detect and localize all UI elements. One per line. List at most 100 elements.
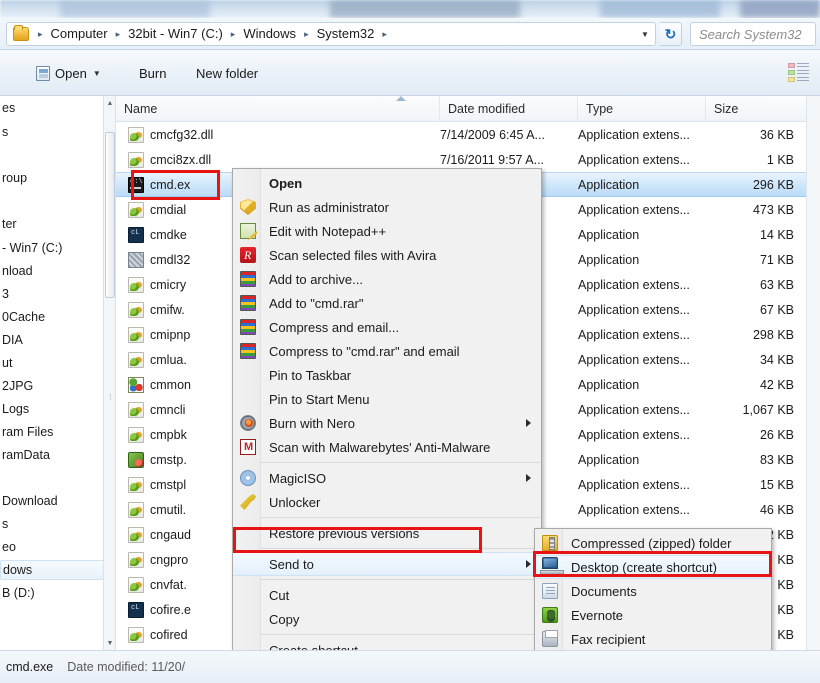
menu-item-label: Compress and email... [269, 319, 400, 335]
file-type-cell: Application [578, 452, 640, 467]
winrar-icon [240, 271, 256, 287]
submenu-arrow-icon [526, 474, 531, 482]
column-header-name[interactable]: Name [116, 96, 440, 122]
nav-item-9[interactable]: ut [0, 353, 103, 373]
breadcrumb-item-drive[interactable]: 32bit - Win7 (C:) [125, 24, 226, 44]
refresh-icon: ↻ [664, 26, 677, 42]
menu-item-pin-to-taskbar[interactable]: Pin to Taskbar [233, 363, 541, 387]
menu-item-copy[interactable]: Copy [233, 607, 541, 631]
chevron-down-icon[interactable]: ▼ [93, 69, 101, 78]
menu-item-restore-previous-versions[interactable]: Restore previous versions [233, 521, 541, 545]
submenu-item-label: Documents [571, 583, 637, 599]
file-type-cell: Application extens... [578, 302, 690, 317]
nav-item-8[interactable]: DIA [0, 330, 103, 350]
search-input[interactable]: Search System32 [690, 22, 816, 46]
menu-item-edit-with-notepad[interactable]: Edit with Notepad++ [233, 219, 541, 243]
nav-item-7[interactable]: 0Cache [0, 307, 103, 327]
file-list-scrollbar[interactable] [806, 96, 820, 650]
breadcrumb-item-system32[interactable]: System32 [314, 24, 378, 44]
table-row[interactable]: cmcfg32.dll 7/14/2009 6:45 A... Applicatio… [116, 122, 820, 147]
breadcrumb-item-computer[interactable]: Computer [48, 24, 111, 44]
nav-item-15[interactable]: s [0, 514, 103, 534]
explorer-window: ▸ Computer ▸ 32bit - Win7 (C:) ▸ Windows… [0, 0, 820, 683]
menu-item-label: Scan selected files with Avira [269, 247, 437, 263]
menu-item-unlocker[interactable]: Unlocker [233, 490, 541, 514]
file-name-label: cmpbk [150, 427, 187, 442]
menu-item-pin-to-start-menu[interactable]: Pin to Start Menu [233, 387, 541, 411]
column-header-size[interactable]: Size [706, 96, 820, 122]
menu-item-compress-to-cmd-rar-and-email[interactable]: Compress to "cmd.rar" and email [233, 339, 541, 363]
file-name-cell: cmstp. [128, 451, 187, 468]
breadcrumb[interactable]: ▸ Computer ▸ 32bit - Win7 (C:) ▸ Windows… [6, 22, 656, 46]
menu-item-add-to-cmd-rar[interactable]: Add to "cmd.rar" [233, 291, 541, 315]
submenu-item-fax-recipient[interactable]: Fax recipient [535, 627, 771, 651]
file-size-cell: 46 KB [759, 502, 794, 517]
submenu-item-label: Fax recipient [571, 631, 646, 647]
file-date-cell: 7/14/2009 6:45 A... [440, 127, 545, 142]
command-toolbar [0, 50, 820, 96]
file-name-label: cmstp. [150, 452, 187, 467]
menu-item-cut[interactable]: Cut [233, 583, 541, 607]
cmdkey-icon [128, 601, 144, 618]
dll-file-icon [128, 276, 144, 293]
file-name-label: cmd.ex [150, 177, 191, 192]
nav-item-12[interactable]: ram Files [0, 422, 103, 442]
nav-item-13[interactable]: ramData [0, 445, 103, 465]
dll-file-icon [128, 201, 144, 218]
refresh-button[interactable]: ↻ [660, 22, 682, 46]
file-size-cell: 36 KB [759, 127, 794, 142]
cmmon-icon [128, 376, 144, 393]
menu-item-scan-selected-files-with-avira[interactable]: Scan selected files with Avira [233, 243, 541, 267]
menu-item-add-to-archive[interactable]: Add to archive... [233, 267, 541, 291]
file-name-cell: cmlua. [128, 351, 187, 368]
menu-item-send-to[interactable]: Send to [233, 552, 541, 576]
nav-item-18[interactable]: B (D:) [0, 583, 103, 603]
column-header-type[interactable]: Type [578, 96, 706, 122]
submenu-item-compressed-zipped-folder[interactable]: Compressed (zipped) folder [535, 531, 771, 555]
unlocker-icon [240, 494, 256, 510]
nav-item-11[interactable]: Logs [0, 399, 103, 419]
breadcrumb-item-windows[interactable]: Windows [240, 24, 299, 44]
file-name-cell: cmd.ex [128, 176, 191, 193]
nav-item-10[interactable]: 2JPG [0, 376, 103, 396]
nav-item-6[interactable]: 3 [0, 284, 103, 304]
dll-file-icon [128, 526, 144, 543]
chevron-down-icon[interactable]: ▼ [637, 26, 653, 43]
nav-item-5[interactable]: nload [0, 261, 103, 281]
column-header-date[interactable]: Date modified [440, 96, 578, 122]
navigation-scrollbar[interactable]: ▲ ⋮ ▼ [104, 96, 116, 650]
winrar-icon [240, 295, 256, 311]
burn-button[interactable]: Burn [133, 62, 172, 84]
dll-file-icon [128, 401, 144, 418]
submenu-item-documents[interactable]: Documents [535, 579, 771, 603]
open-button[interactable]: Open ▼ [30, 62, 107, 84]
menu-item-compress-and-email[interactable]: Compress and email... [233, 315, 541, 339]
nav-item-2[interactable]: roup [0, 168, 103, 188]
nav-item-0[interactable]: es [0, 98, 103, 118]
winrar-icon [240, 343, 256, 359]
nav-item-label: dows [3, 563, 33, 577]
view-options-icon[interactable] [788, 62, 810, 82]
menu-item-magiciso[interactable]: MagicISO [233, 466, 541, 490]
menu-item-run-as-administrator[interactable]: Run as administrator [233, 195, 541, 219]
file-name-label: cmlua. [150, 352, 187, 367]
menu-item-burn-with-nero[interactable]: Burn with Nero [233, 411, 541, 435]
context-menu[interactable]: Open Run as administrator Edit with Notepa… [232, 168, 542, 683]
nav-item-16[interactable]: eo [0, 537, 103, 557]
scroll-down-arrow-icon[interactable]: ▼ [104, 636, 116, 650]
nav-item-3[interactable]: ter [0, 214, 103, 234]
nav-item-1[interactable]: s [0, 122, 103, 142]
nav-item-4[interactable]: - Win7 (C:) [0, 238, 103, 258]
submenu-item-evernote[interactable]: Evernote [535, 603, 771, 627]
nav-item-14[interactable]: Download [0, 491, 103, 511]
menu-item-scan-with-malwarebytes-anti-malware[interactable]: Scan with Malwarebytes' Anti-Malware [233, 435, 541, 459]
file-name-cell: cmutil. [128, 501, 186, 518]
navigation-pane[interactable]: es s roup ter - Win7 (C:) nload 3 0Cache DIA ut 2J… [0, 96, 104, 650]
submenu-item-desktop-create-shortcut[interactable]: Desktop (create shortcut) [535, 555, 771, 579]
nav-item-17[interactable]: dows [0, 560, 103, 580]
scroll-up-arrow-icon[interactable]: ▲ [104, 96, 116, 110]
new-folder-button[interactable]: New folder [190, 62, 264, 84]
breadcrumb-separator-3: ▸ [304, 28, 309, 39]
navigation-scroll-thumb[interactable] [105, 132, 115, 298]
menu-item-open[interactable]: Open [233, 171, 541, 195]
